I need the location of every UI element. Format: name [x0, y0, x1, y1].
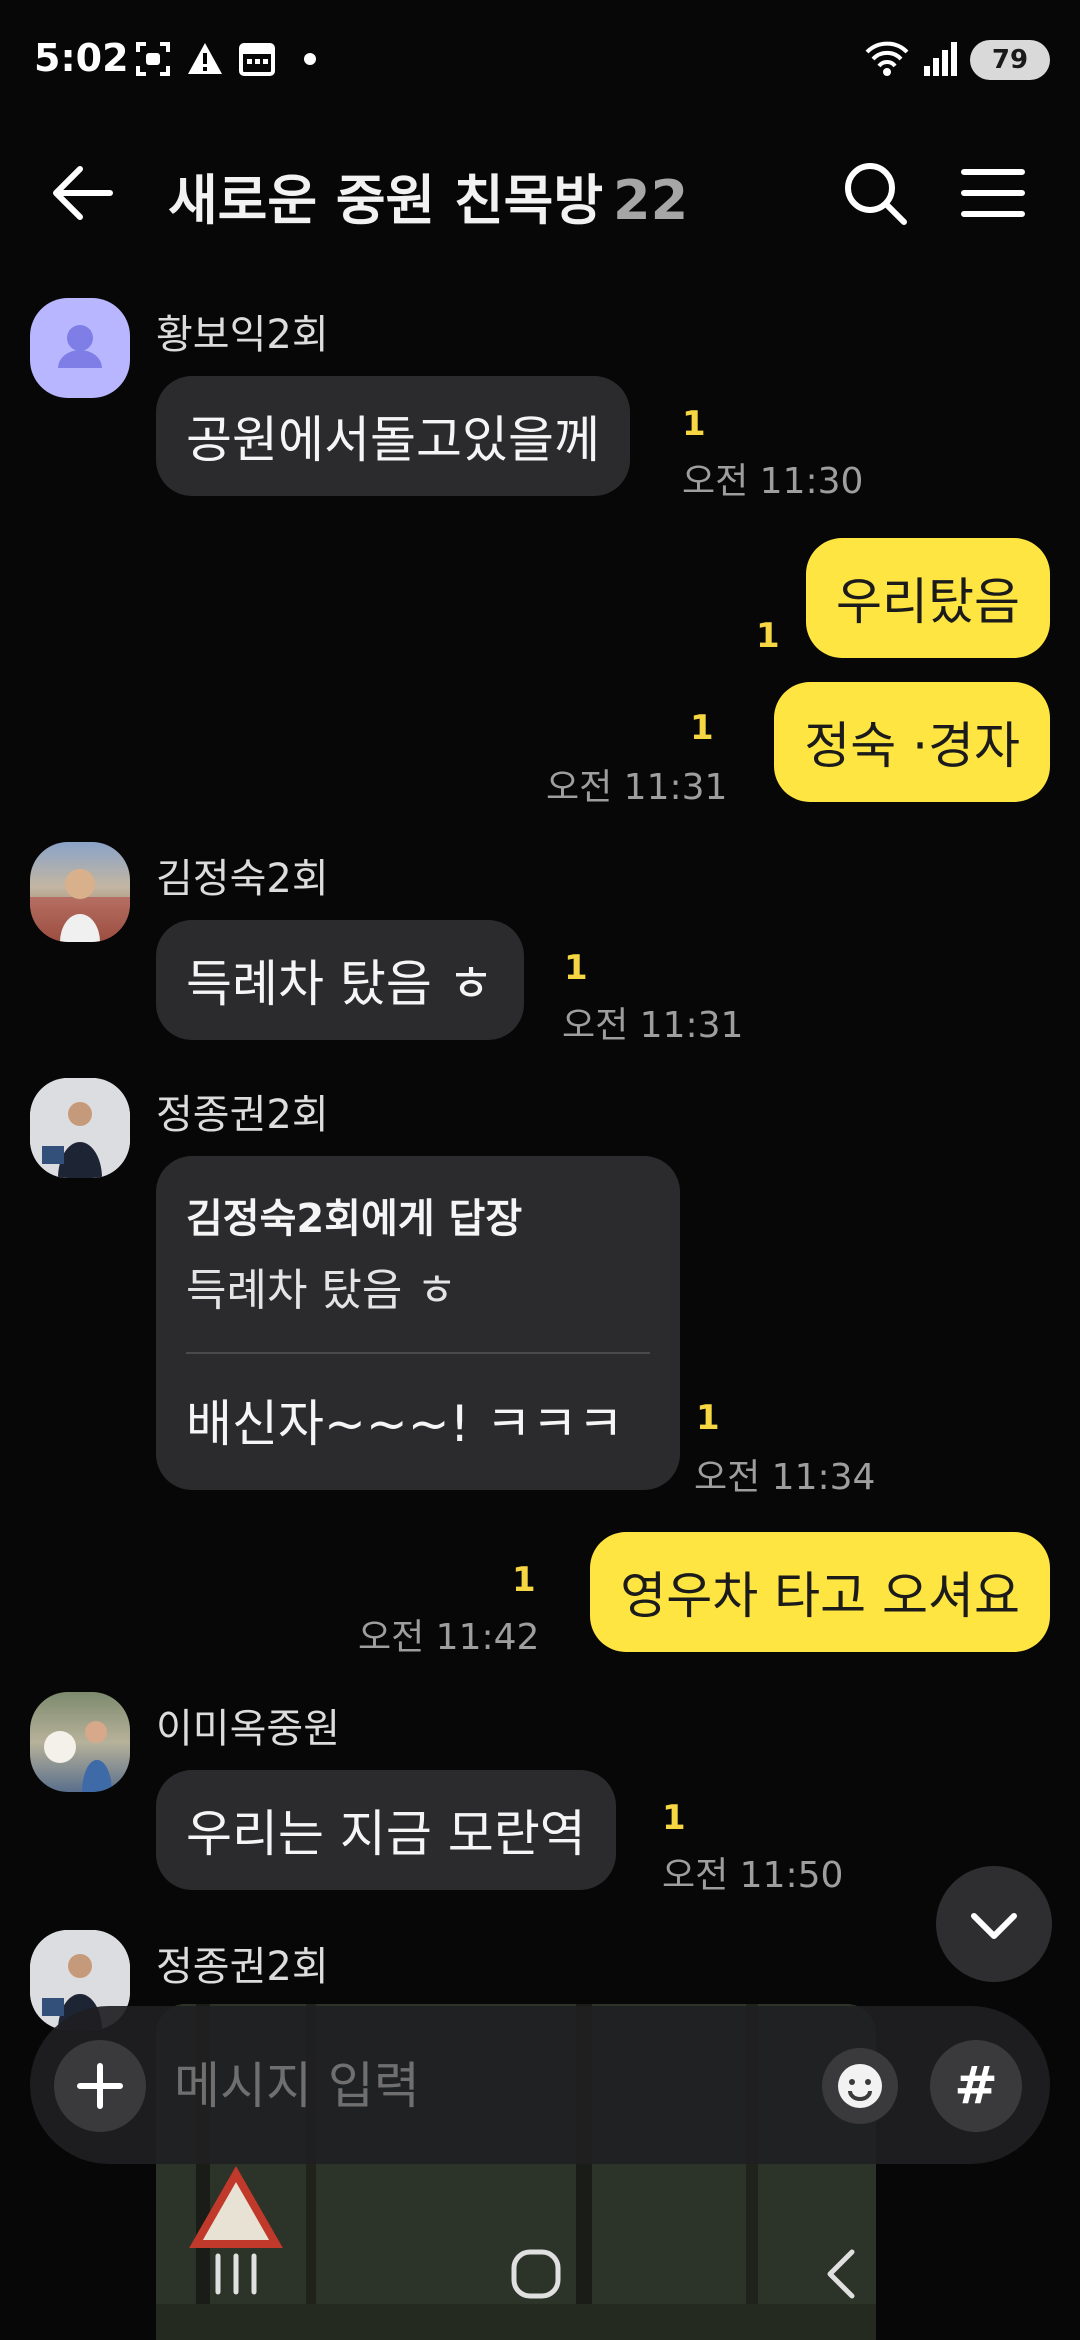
avatar[interactable] — [30, 842, 130, 942]
recents-icon — [215, 2253, 257, 2295]
message-bubble[interactable]: 득례차 탔음 ㅎ — [156, 920, 524, 1040]
message-bubble[interactable]: 영우차 타고 오셔요 — [590, 1532, 1050, 1652]
scroll-to-bottom-button[interactable] — [936, 1866, 1052, 1982]
screenshot-icon — [134, 40, 172, 78]
home-button[interactable] — [496, 2244, 576, 2304]
member-count: 22 — [613, 169, 689, 232]
sender-name: 정종권2회 — [156, 1092, 329, 1138]
back-arrow-icon — [53, 166, 113, 220]
attach-button[interactable] — [54, 2040, 146, 2132]
search-icon — [845, 163, 907, 225]
menu-button[interactable] — [958, 158, 1028, 228]
reply-message-bubble[interactable]: 김정숙2회에게 답장 득례차 탔음 ㅎ 배신자~~~! ㅋㅋㅋ — [156, 1156, 680, 1490]
message-bubble[interactable]: 우리탔음 — [806, 538, 1050, 658]
avatar[interactable] — [30, 1078, 130, 1178]
menu-icon — [961, 169, 1025, 217]
profile-photo — [30, 1078, 130, 1178]
message-bubble[interactable]: 공원에서돌고있을께 — [156, 376, 630, 496]
nav-back-icon — [827, 2249, 855, 2299]
unread-count: 1 — [690, 708, 714, 748]
avatar[interactable] — [30, 1692, 130, 1792]
back-button[interactable] — [48, 158, 118, 228]
sender-name: 황보익2회 — [156, 312, 329, 358]
unread-count: 1 — [756, 616, 780, 656]
hashtag-button[interactable]: # — [930, 2040, 1022, 2132]
unread-count: 1 — [512, 1560, 536, 1600]
profile-photo — [44, 1721, 113, 1792]
recents-button[interactable] — [196, 2244, 276, 2304]
message-bubble[interactable]: 우리는 지금 모란역 — [156, 1770, 616, 1890]
signal-icon — [922, 38, 958, 82]
message-time: 오전 11:30 — [682, 461, 864, 502]
status-time: 5:02 — [34, 36, 129, 80]
message-time: 오전 11:34 — [694, 1457, 876, 1498]
system-navigation-bar — [0, 2200, 1080, 2340]
message-time: 오전 11:31 — [562, 1005, 744, 1046]
reply-text: 배신자~~~! ㅋㅋㅋ — [186, 1395, 624, 1453]
message-time: 오전 11:31 — [546, 767, 728, 808]
reply-quote: 득례차 탔음 ㅎ — [186, 1265, 457, 1316]
sender-name: 이미옥중원 — [156, 1706, 340, 1752]
message-input-bar: # — [30, 2006, 1050, 2164]
profile-photo — [30, 869, 130, 942]
notification-icons — [134, 40, 316, 78]
emoji-button[interactable] — [822, 2048, 898, 2124]
sender-name: 김정숙2회 — [156, 856, 329, 902]
reply-divider — [186, 1352, 650, 1354]
message-time: 오전 11:42 — [358, 1617, 540, 1658]
sender-name: 정종권2회 — [156, 1944, 329, 1990]
chat-title: 새로운 중원 친목방 22 — [168, 156, 688, 235]
message-bubble[interactable]: 정숙 ·경자 — [774, 682, 1050, 802]
avatar[interactable] — [30, 298, 130, 398]
unread-count: 1 — [682, 404, 706, 444]
nav-back-button[interactable] — [802, 2244, 882, 2304]
unread-count: 1 — [662, 1798, 686, 1838]
status-bar: 5:02 79 — [0, 0, 1080, 120]
unread-count: 1 — [696, 1398, 720, 1438]
chat-header: 새로운 중원 친목방 22 — [0, 130, 1080, 250]
message-time: 오전 11:50 — [662, 1855, 844, 1896]
search-button[interactable] — [840, 158, 910, 228]
calendar-icon — [238, 40, 276, 78]
chat-room-name: 새로운 중원 친목방 — [168, 169, 604, 232]
reply-target: 김정숙2회에게 답장 — [186, 1196, 523, 1242]
chevron-down-icon — [971, 1913, 1017, 1939]
notification-dot — [304, 53, 316, 65]
wifi-icon — [864, 38, 910, 82]
plus-icon — [77, 2063, 123, 2109]
system-icons: 79 — [864, 38, 1050, 82]
default-profile-icon — [58, 325, 102, 368]
warning-icon — [186, 40, 224, 78]
unread-count: 1 — [564, 948, 588, 988]
message-input[interactable] — [174, 2046, 814, 2126]
chat-screen: 5:02 79 새로운 중원 친목방 22 황보익2회 공원에서돌고있을께 1 … — [0, 0, 1080, 2340]
battery-indicator: 79 — [970, 40, 1050, 80]
home-icon — [511, 2249, 561, 2299]
emoji-icon — [838, 2064, 882, 2108]
